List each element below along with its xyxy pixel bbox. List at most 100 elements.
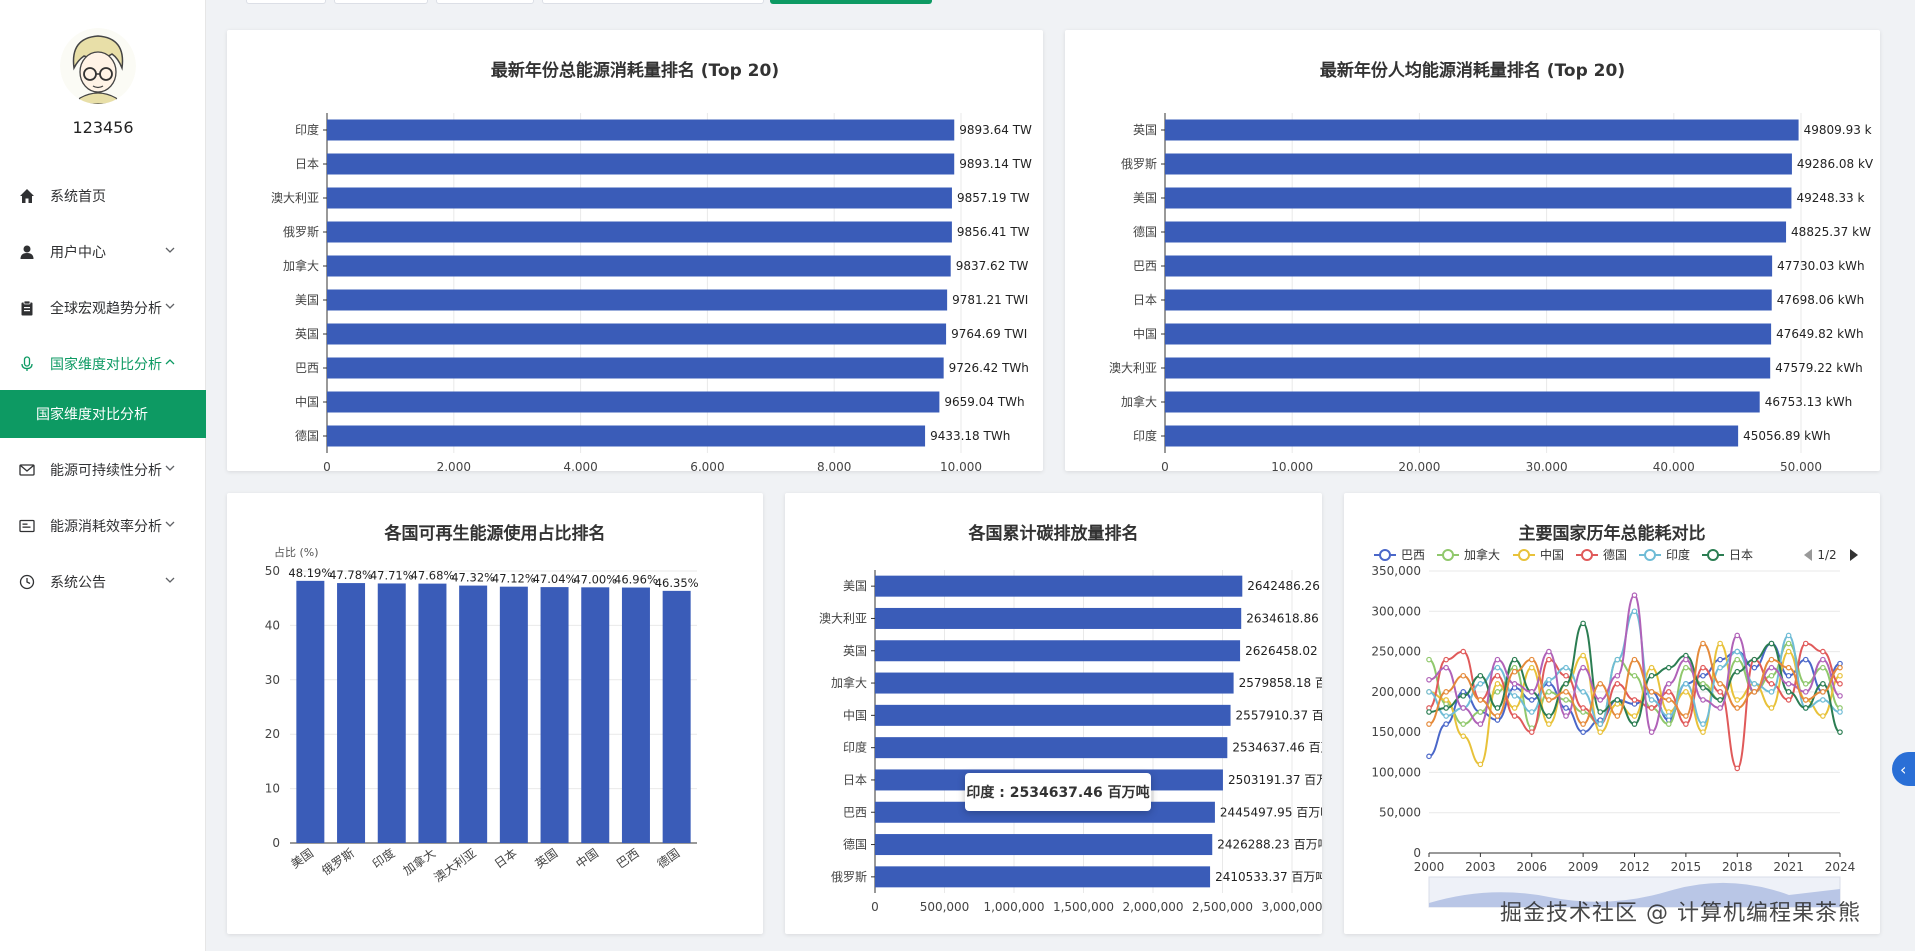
data-point bbox=[1563, 697, 1569, 703]
legend-label: 印度 bbox=[1666, 547, 1690, 562]
data-point bbox=[1580, 664, 1586, 671]
data-point bbox=[1768, 681, 1775, 687]
data-label: 9726.42 TWh bbox=[949, 361, 1029, 375]
data-point bbox=[1460, 693, 1467, 699]
data-label: 2557910.37 百万 bbox=[1236, 708, 1322, 722]
data-point bbox=[1597, 697, 1604, 703]
x-tick-label: 10,000 bbox=[1271, 460, 1313, 471]
data-point bbox=[1580, 705, 1586, 711]
bar bbox=[459, 585, 488, 843]
bar bbox=[1165, 391, 1760, 413]
legend-label: 巴西 bbox=[1401, 548, 1425, 562]
data-point bbox=[1528, 709, 1535, 715]
data-label: 2579858.18 百万 bbox=[1239, 676, 1322, 690]
data-point bbox=[1734, 648, 1741, 655]
data-point bbox=[1597, 681, 1604, 687]
data-label: 48825.37 kW bbox=[1791, 225, 1871, 239]
bar bbox=[1165, 323, 1772, 345]
tab-fragment[interactable] bbox=[436, 0, 534, 4]
data-point bbox=[1734, 668, 1741, 675]
bar bbox=[327, 255, 951, 277]
x-tick-label: 0 bbox=[1161, 460, 1169, 471]
data-point bbox=[1614, 681, 1621, 687]
data-point bbox=[1460, 705, 1467, 711]
y-tick-label: 10 bbox=[265, 782, 280, 796]
chart-total-energy: 0 2,000 4,000 6,000 8,000 10,000 印度 9893.64 TW 日… bbox=[271, 113, 1032, 471]
x-tick-label: 1,000,000 bbox=[983, 900, 1044, 914]
data-point bbox=[1768, 705, 1775, 711]
avatar-illustration bbox=[60, 28, 136, 104]
x-tick-label: 20,000 bbox=[1398, 460, 1440, 471]
bar bbox=[1165, 187, 1792, 209]
chart-card-renewable: 各国可再生能源使用占比排名 占比 (%) 0 10 20 30 40 50 48.19% 美国 4… bbox=[227, 493, 763, 934]
data-point bbox=[1580, 689, 1586, 695]
menu-user-center[interactable]: 用户中心 bbox=[0, 232, 206, 272]
data-point bbox=[1631, 592, 1638, 598]
menu-label: 全球宏观趋势分析 bbox=[50, 301, 162, 317]
data-point bbox=[1785, 681, 1792, 687]
data-point bbox=[1563, 689, 1569, 695]
user-icon bbox=[20, 245, 34, 259]
data-point bbox=[1546, 689, 1552, 695]
data-point bbox=[1648, 729, 1655, 735]
data-point bbox=[1443, 705, 1449, 711]
legend-marker bbox=[1581, 549, 1593, 561]
x-tick-label: 印度 bbox=[369, 845, 397, 871]
data-point bbox=[1648, 705, 1655, 711]
data-point bbox=[1443, 689, 1449, 695]
data-point bbox=[1717, 689, 1723, 695]
tab-active-fragment[interactable] bbox=[770, 0, 932, 4]
y-tick-label: 俄罗斯 bbox=[1121, 157, 1157, 171]
menu-sustainability[interactable]: 能源可持续性分析 bbox=[0, 450, 206, 490]
x-tick-label: 2015 bbox=[1671, 860, 1702, 874]
data-point bbox=[1700, 672, 1706, 679]
menu-efficiency[interactable]: 能源消耗效率分析 bbox=[0, 506, 206, 546]
data-point bbox=[1614, 713, 1621, 719]
data-point bbox=[1820, 713, 1826, 719]
menu-country-compare[interactable]: 国家维度对比分析 bbox=[0, 344, 206, 384]
data-point bbox=[1751, 681, 1758, 687]
submenu-country-compare[interactable]: 国家维度对比分析 bbox=[0, 390, 206, 438]
data-point bbox=[1528, 697, 1535, 703]
data-point bbox=[1511, 693, 1518, 699]
bar bbox=[875, 737, 1228, 759]
menu-label: 用户中心 bbox=[50, 245, 106, 261]
menu-global-trend[interactable]: 全球宏观趋势分析 bbox=[0, 288, 206, 328]
tab-fragment[interactable] bbox=[246, 0, 326, 4]
data-point bbox=[1494, 672, 1501, 679]
y-tick-label: 40 bbox=[265, 618, 280, 632]
x-tick-label: 2012 bbox=[1619, 860, 1650, 874]
data-point bbox=[1665, 697, 1672, 703]
data-point bbox=[1597, 721, 1604, 727]
side-toggle-button[interactable]: ‹ bbox=[1892, 752, 1915, 786]
data-point bbox=[1477, 709, 1484, 715]
data-point bbox=[1717, 697, 1723, 703]
data-point bbox=[1717, 656, 1723, 663]
data-point bbox=[1460, 733, 1467, 739]
y-tick-label: 俄罗斯 bbox=[283, 225, 319, 239]
data-label: 9837.62 TW bbox=[956, 259, 1029, 273]
tab-fragment[interactable] bbox=[334, 0, 428, 4]
y-axis-label: 占比 (%) bbox=[274, 545, 319, 559]
menu-announcement[interactable]: 系统公告 bbox=[0, 562, 206, 602]
avatar[interactable] bbox=[60, 28, 136, 104]
data-point bbox=[1494, 689, 1501, 695]
chart-card-history: 主要国家历年总能耗对比 0 50,000 100,000 150,000 200,000… bbox=[1344, 493, 1880, 934]
bar bbox=[377, 583, 406, 843]
legend-label: 加拿大 bbox=[1464, 547, 1500, 562]
chevron-left-icon: ‹ bbox=[1900, 759, 1907, 779]
menu-home[interactable]: 系统首页 bbox=[0, 176, 206, 216]
data-point bbox=[1563, 672, 1569, 679]
data-point bbox=[1528, 656, 1535, 663]
data-point bbox=[1785, 672, 1792, 679]
data-point bbox=[1768, 640, 1775, 647]
data-point bbox=[1683, 664, 1689, 671]
chart-per-capita: 0 10,000 20,000 30,000 40,000 50,000 英国 49809.9… bbox=[1109, 113, 1874, 471]
x-tick-label: 2000 bbox=[1414, 860, 1445, 874]
data-point bbox=[1785, 689, 1792, 695]
data-point bbox=[1820, 664, 1826, 671]
data-point bbox=[1683, 681, 1689, 687]
data-point bbox=[1820, 689, 1826, 695]
data-point bbox=[1837, 709, 1843, 715]
tab-fragment[interactable] bbox=[542, 0, 764, 4]
